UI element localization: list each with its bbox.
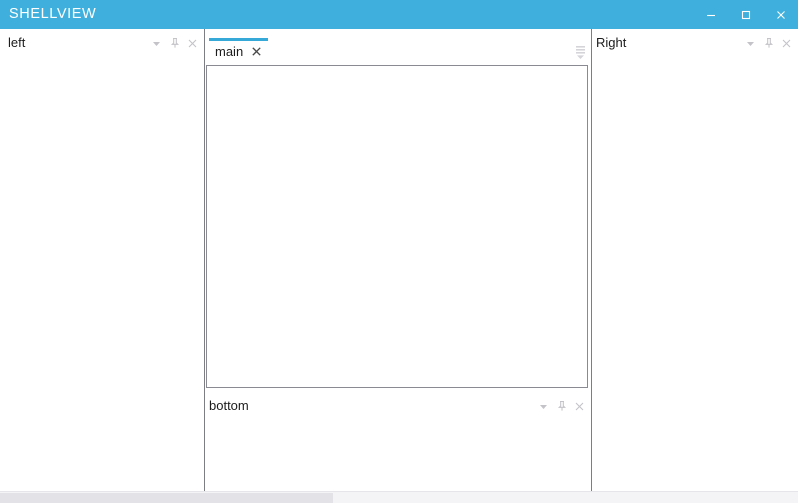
right-panel-pin-button[interactable]: [761, 35, 776, 51]
tab-active-accent: [209, 38, 269, 41]
tab-list-button[interactable]: [572, 42, 588, 62]
chevron-down-icon: [540, 404, 547, 409]
pin-icon: [170, 37, 179, 48]
window-controls: [693, 0, 798, 29]
minimize-button[interactable]: [693, 0, 728, 29]
left-panel-header-icons: [149, 35, 200, 51]
title-bar: SHELLVIEW: [0, 0, 798, 29]
bottom-panel-content: [205, 421, 591, 491]
horizontal-scrollbar-thumb[interactable]: [0, 493, 333, 503]
left-panel-content: [0, 57, 204, 491]
close-icon: [252, 47, 261, 56]
bottom-panel-header-icons: [536, 398, 587, 414]
minimize-icon: [706, 14, 715, 16]
tab-strip: main: [205, 29, 591, 65]
bottom-dock-panel: bottom: [205, 391, 591, 491]
left-panel-title: left: [8, 35, 26, 50]
document-content-area: [206, 65, 588, 388]
left-panel-menu-button[interactable]: [149, 35, 164, 51]
right-panel-close-button[interactable]: [779, 35, 794, 51]
left-dock-panel: left: [0, 29, 204, 491]
right-panel-menu-button[interactable]: [743, 35, 758, 51]
right-dock-panel: Right: [592, 29, 798, 491]
document-tab-group: main: [205, 29, 591, 391]
left-panel-close-button[interactable]: [185, 35, 200, 51]
dock-workspace: left main bottom Right: [0, 29, 798, 491]
window-title: SHELLVIEW: [9, 6, 97, 22]
chevron-down-icon: [153, 41, 160, 46]
pin-icon: [764, 37, 773, 48]
right-panel-header-icons: [743, 35, 794, 51]
bottom-panel-title: bottom: [209, 398, 249, 413]
bottom-panel-header: bottom: [205, 391, 591, 421]
shellview-window: SHELLVIEW left main bottom Right: [0, 0, 798, 503]
bottom-panel-close-button[interactable]: [572, 398, 587, 414]
tab-main-label: main: [215, 44, 244, 59]
maximize-button[interactable]: [728, 0, 763, 29]
right-panel-header: Right: [592, 29, 798, 57]
close-button[interactable]: [763, 0, 798, 29]
right-panel-content: [592, 57, 798, 491]
close-icon: [782, 39, 791, 47]
bottom-panel-menu-button[interactable]: [536, 398, 551, 414]
center-column: main bottom: [205, 29, 591, 491]
chevron-down-icon: [747, 41, 754, 46]
bottom-panel-pin-button[interactable]: [554, 398, 569, 414]
left-panel-header: left: [0, 29, 204, 57]
horizontal-scrollbar[interactable]: [0, 491, 798, 503]
tab-main-close-button[interactable]: [250, 45, 263, 58]
pin-icon: [557, 400, 566, 411]
right-panel-title: Right: [596, 35, 627, 50]
left-panel-pin-button[interactable]: [167, 35, 182, 51]
close-icon: [776, 10, 785, 19]
close-icon: [188, 39, 197, 47]
maximize-icon: [741, 10, 750, 19]
close-icon: [575, 402, 584, 410]
tab-list-icon: [575, 45, 585, 59]
tab-main[interactable]: main: [207, 38, 271, 65]
